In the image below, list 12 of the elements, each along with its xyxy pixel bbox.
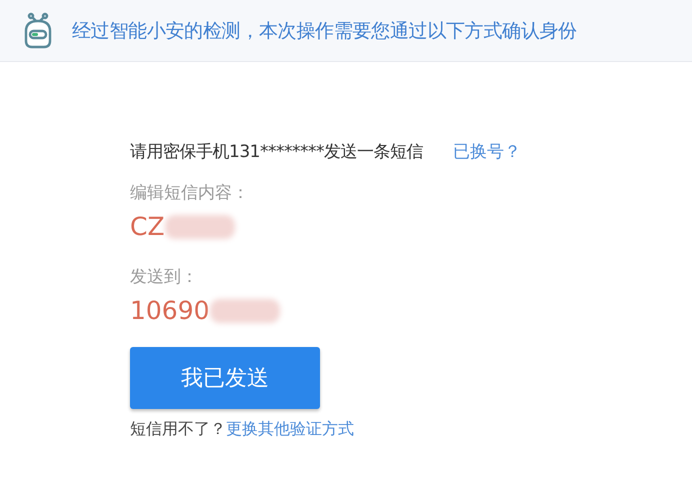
- field-value: CZ: [130, 212, 165, 241]
- field-label: 编辑短信内容：: [130, 182, 250, 204]
- other-method-link[interactable]: 更换其他验证方式: [226, 419, 354, 440]
- footer-text: 短信用不了？: [130, 419, 226, 440]
- field-value: 10690: [130, 296, 210, 325]
- field-label: 发送到：: [130, 266, 199, 288]
- page-title: 经过智能小安的检测，本次操作需要您通过以下方式确认身份: [72, 18, 577, 44]
- redaction-blur: [164, 214, 235, 238]
- redaction-blur: [210, 298, 280, 322]
- sent-button[interactable]: 我已发送: [130, 347, 320, 409]
- changed-number-link[interactable]: 已换号？: [452, 140, 521, 163]
- instruction-text: 请用密保手机131********发送一条短信: [130, 141, 423, 163]
